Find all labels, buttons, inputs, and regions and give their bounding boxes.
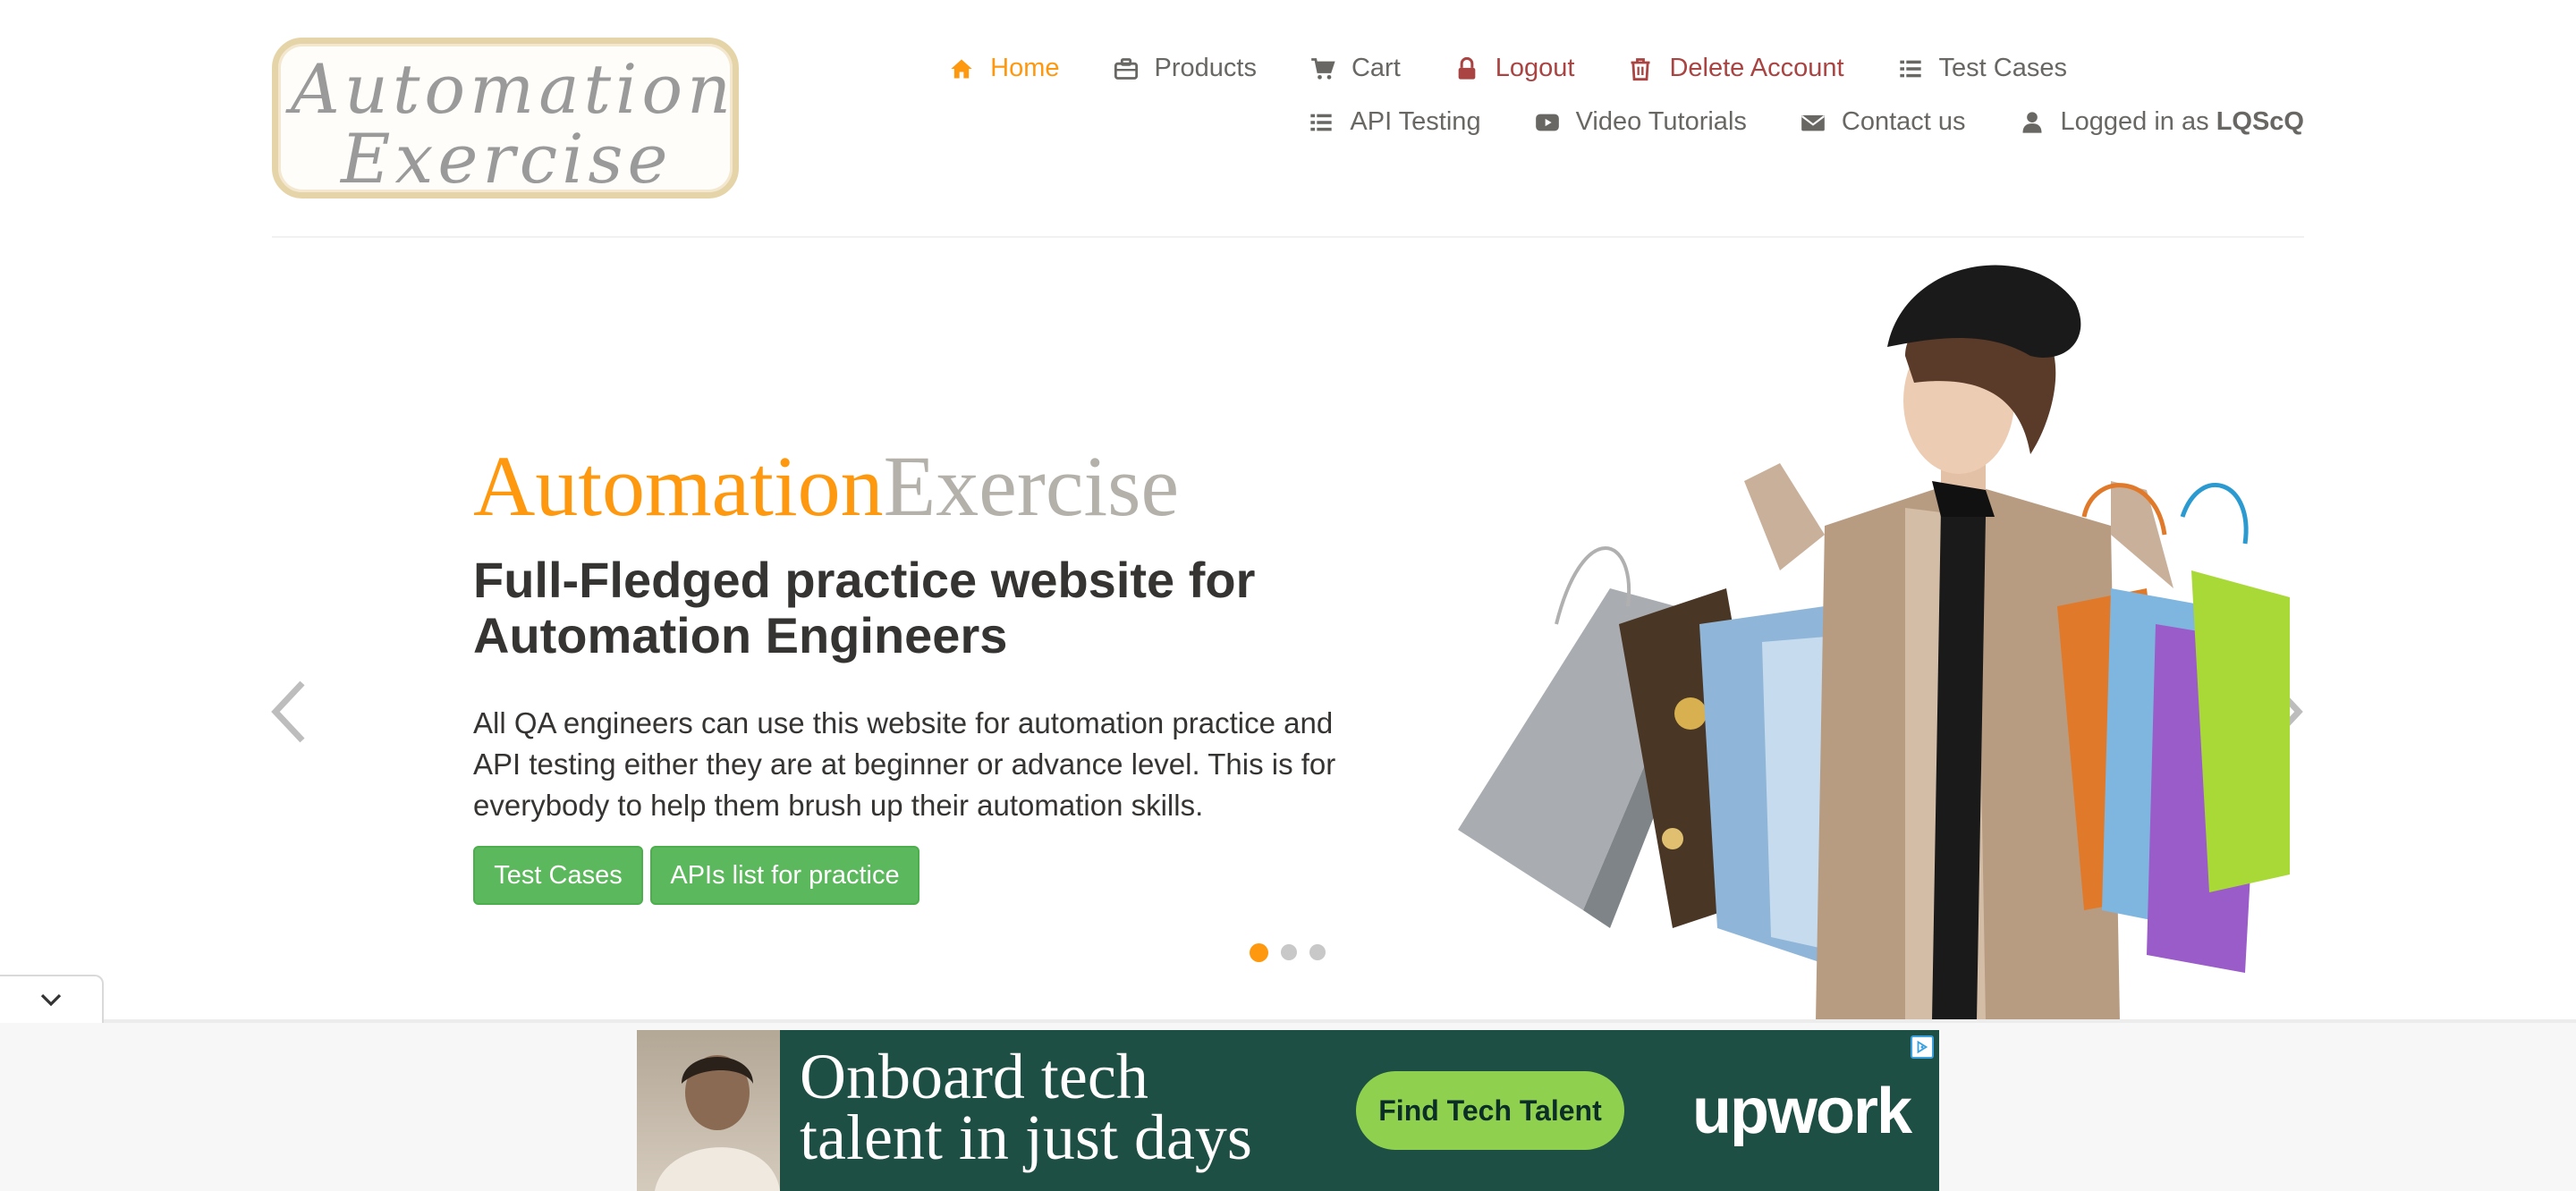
site-logo[interactable]: Automation Exercise	[272, 38, 739, 198]
list-icon	[1309, 110, 1334, 135]
envelope-icon	[1801, 110, 1826, 135]
nav-products-label: Products	[1154, 54, 1257, 82]
slider-title-part-2: Exercise	[883, 438, 1180, 534]
nav-delete-account[interactable]: Delete Account	[1628, 54, 1844, 83]
nav-contact-us-label: Contact us	[1841, 107, 1966, 136]
ad-headline-line-1: Onboard tech	[800, 1041, 1148, 1112]
test-cases-button[interactable]: Test Cases	[473, 846, 643, 905]
chevron-down-icon	[40, 993, 62, 1007]
ad-photo	[637, 1030, 780, 1191]
nav-api-testing-label: API Testing	[1350, 107, 1481, 136]
nav-api-testing[interactable]: API Testing	[1309, 107, 1481, 137]
ad-headline-line-2: talent in just days	[800, 1102, 1252, 1173]
ad-headline: Onboard tech talent in just days	[800, 1041, 1252, 1173]
nav-contact-us[interactable]: Contact us	[1801, 107, 1966, 137]
nav-video-tutorials-label: Video Tutorials	[1575, 107, 1747, 136]
nav-home[interactable]: Home	[949, 54, 1060, 83]
logged-in-label: Logged in as	[2060, 107, 2209, 136]
hero-shopping-girl-image	[1458, 265, 2290, 1021]
nav-home-label: Home	[990, 54, 1060, 82]
carousel-indicator-2[interactable]	[1281, 944, 1297, 960]
nav-test-cases-label: Test Cases	[1938, 54, 2067, 82]
nav-logout[interactable]: Logout	[1454, 54, 1575, 83]
trash-icon	[1628, 56, 1653, 81]
collapse-ad-toggle[interactable]	[0, 975, 104, 1023]
youtube-play-icon	[1535, 110, 1560, 135]
logo-line-2: Exercise	[341, 119, 673, 198]
nav-cart[interactable]: Cart	[1310, 54, 1401, 83]
carousel-indicators	[1250, 943, 1338, 962]
apis-list-button[interactable]: APIs list for practice	[650, 846, 919, 905]
briefcase-icon	[1114, 56, 1139, 81]
nav-delete-account-label: Delete Account	[1669, 54, 1844, 82]
user-icon	[2020, 110, 2045, 135]
upwork-ad-banner[interactable]: Onboard tech talent in just days Find Te…	[637, 1030, 1939, 1191]
logged-in-username: LQScQ	[2216, 107, 2304, 136]
nav-test-cases[interactable]: Test Cases	[1898, 54, 2067, 83]
slider-heading: Full-Fledged practice website for Automa…	[473, 552, 1256, 663]
adchoices-icon[interactable]	[1911, 1035, 1934, 1059]
slider-title: AutomationExercise	[473, 436, 1179, 536]
cart-icon	[1310, 56, 1335, 81]
slider-title-part-1: Automation	[473, 438, 884, 534]
carousel-indicator-3[interactable]	[1309, 944, 1326, 960]
slider-description: All QA engineers can use this website fo…	[473, 706, 1336, 822]
main-nav-row-2: API Testing Video Tutorials Contact us L…	[1309, 107, 2304, 137]
nav-video-tutorials[interactable]: Video Tutorials	[1535, 107, 1747, 137]
nav-cart-label: Cart	[1351, 54, 1401, 82]
list-icon	[1898, 56, 1923, 81]
carousel-prev-button[interactable]	[267, 680, 309, 744]
nav-products[interactable]: Products	[1114, 54, 1257, 83]
logo-line-1: Automation	[291, 49, 736, 129]
nav-logout-label: Logout	[1495, 54, 1575, 82]
header-divider	[272, 236, 2304, 238]
lock-icon	[1454, 56, 1479, 81]
main-nav-row-1: Home Products Cart Logout Delete Account…	[949, 54, 2067, 83]
carousel-indicator-1[interactable]	[1250, 943, 1268, 962]
upwork-logo: upwork	[1692, 1076, 1912, 1147]
ad-cta-button[interactable]: Find Tech Talent	[1356, 1071, 1624, 1150]
chevron-left-icon	[271, 680, 305, 743]
home-icon	[949, 56, 974, 81]
nav-logged-in-user[interactable]: Logged in as LQScQ	[2020, 107, 2304, 137]
